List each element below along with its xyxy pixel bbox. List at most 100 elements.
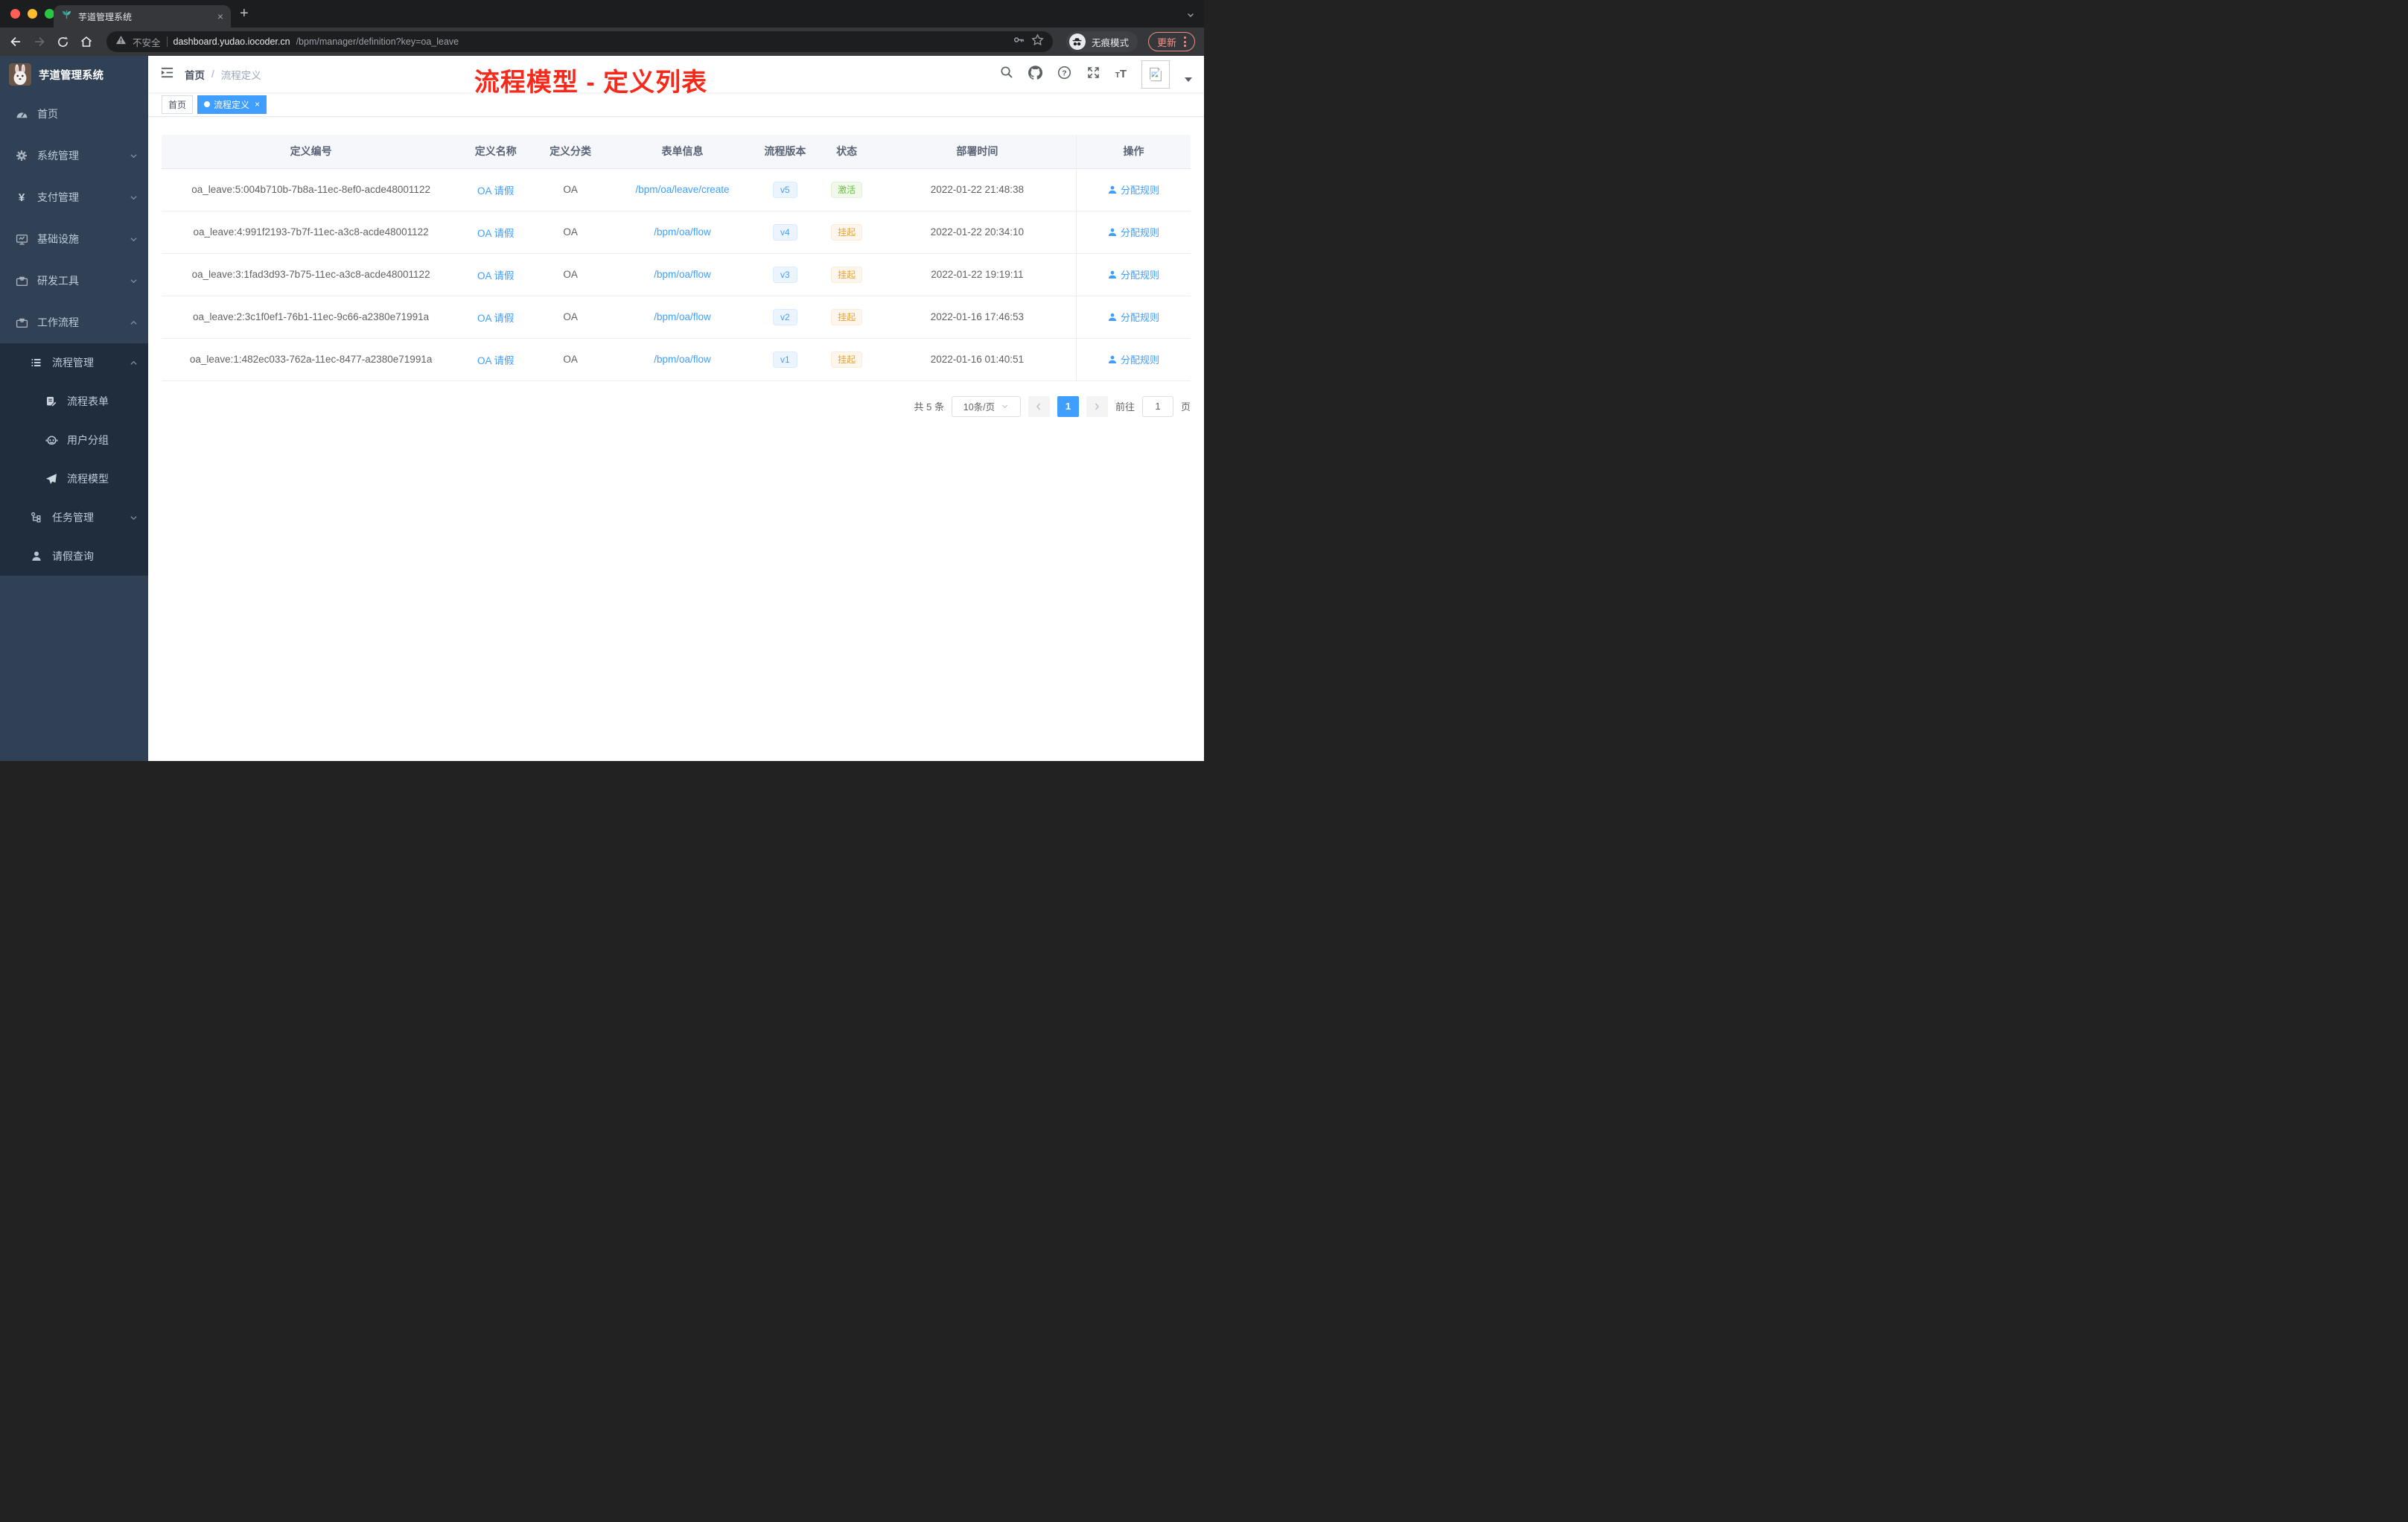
table-row: oa_leave:1:482ec033-762a-11ec-8477-a2380… bbox=[162, 338, 1191, 381]
tags-view-bar: 首页 流程定义 × bbox=[148, 92, 1204, 117]
definition-name-link[interactable]: OA 请假 bbox=[477, 185, 515, 197]
status-badge: 挂起 bbox=[831, 351, 863, 368]
close-window-button[interactable] bbox=[10, 9, 20, 19]
column-header-version: 流程版本 bbox=[755, 135, 815, 169]
form-link[interactable]: /bpm/oa/flow bbox=[654, 311, 711, 322]
reload-icon[interactable] bbox=[57, 36, 69, 48]
url-bar[interactable]: 不安全 dashboard.yudao.iocoder.cn/bpm/manag… bbox=[106, 31, 1053, 52]
form-link[interactable]: /bpm/oa/flow bbox=[654, 354, 711, 365]
sidebar-item-workflow[interactable]: 工作流程 bbox=[0, 302, 148, 343]
browser-menu-icon[interactable] bbox=[1184, 36, 1186, 47]
chevron-down-icon bbox=[130, 194, 138, 202]
avatar-caret-icon[interactable] bbox=[1185, 77, 1192, 82]
tag-home[interactable]: 首页 bbox=[162, 95, 194, 114]
status-badge: 挂起 bbox=[831, 223, 863, 241]
org-tree-icon bbox=[30, 512, 43, 523]
goto-page-input[interactable] bbox=[1141, 395, 1173, 417]
definition-id: oa_leave:5:004b710b-7b8a-11ec-8ef0-acde4… bbox=[162, 168, 461, 211]
current-page-button[interactable]: 1 bbox=[1057, 395, 1079, 417]
user-group-icon bbox=[45, 434, 58, 447]
active-tag-dot bbox=[204, 101, 211, 107]
bookmark-star-icon[interactable] bbox=[1031, 34, 1044, 50]
forward-icon[interactable] bbox=[33, 35, 46, 48]
chevron-down-icon bbox=[130, 235, 138, 243]
browser-tab-strip: 芋道管理系统 × + bbox=[0, 0, 1204, 28]
assign-rule-link[interactable]: 分配规则 bbox=[1108, 267, 1159, 281]
definition-name-link[interactable]: OA 请假 bbox=[477, 270, 515, 281]
sidebar-item-payment[interactable]: ¥ 支付管理 bbox=[0, 176, 148, 218]
deploy-time: 2022-01-16 17:46:53 bbox=[878, 296, 1077, 339]
total-count-label: 共 5 条 bbox=[914, 401, 944, 413]
url-path: /bpm/manager/definition?key=oa_leave bbox=[296, 36, 459, 47]
list-icon bbox=[30, 357, 43, 369]
chrome-update-button[interactable]: 更新 bbox=[1147, 32, 1195, 51]
browser-tab[interactable]: 芋道管理系统 × bbox=[54, 5, 231, 28]
incognito-badge: 无痕模式 bbox=[1066, 31, 1138, 52]
assign-rule-link[interactable]: 分配规则 bbox=[1108, 352, 1159, 366]
table-row: oa_leave:5:004b710b-7b8a-11ec-8ef0-acde4… bbox=[162, 168, 1191, 211]
definition-id: oa_leave:4:991f2193-7b7f-11ec-a3c8-acde4… bbox=[162, 211, 461, 254]
password-key-icon[interactable] bbox=[1013, 34, 1025, 50]
assign-rule-link[interactable]: 分配规则 bbox=[1108, 225, 1159, 239]
avatar[interactable] bbox=[1141, 60, 1170, 89]
prev-page-button[interactable] bbox=[1028, 395, 1050, 417]
version-badge: v2 bbox=[773, 308, 797, 325]
home-icon[interactable] bbox=[80, 35, 93, 48]
yen-icon: ¥ bbox=[18, 191, 25, 204]
breadcrumb-separator: / bbox=[211, 69, 214, 80]
form-link[interactable]: /bpm/oa/flow bbox=[654, 226, 711, 238]
app-title: 芋道管理系统 bbox=[39, 69, 103, 82]
definition-category: OA bbox=[531, 296, 610, 339]
sidebar-item-process-model[interactable]: 流程模型 bbox=[0, 459, 148, 498]
chevron-up-icon bbox=[130, 359, 138, 367]
definition-name-link[interactable]: OA 请假 bbox=[477, 355, 515, 366]
version-badge: v4 bbox=[773, 223, 797, 241]
sidebar-logo-row[interactable]: 芋道管理系统 bbox=[0, 56, 148, 93]
column-header-name: 定义名称 bbox=[460, 135, 532, 169]
tag-close-icon[interactable]: × bbox=[255, 100, 260, 109]
sidebar-item-system[interactable]: 系统管理 bbox=[0, 135, 148, 176]
form-link[interactable]: /bpm/oa/flow bbox=[654, 269, 711, 280]
sidebar-item-task-mgmt[interactable]: 任务管理 bbox=[0, 498, 148, 537]
assign-rule-link[interactable]: 分配规则 bbox=[1108, 310, 1159, 324]
help-icon[interactable]: ? bbox=[1057, 66, 1071, 83]
font-size-icon[interactable]: TT bbox=[1115, 69, 1127, 80]
tab-title: 芋道管理系统 bbox=[78, 11, 133, 22]
deploy-time: 2022-01-22 19:19:11 bbox=[878, 253, 1077, 296]
status-badge: 激活 bbox=[831, 181, 863, 198]
github-icon[interactable] bbox=[1028, 65, 1042, 83]
form-link[interactable]: /bpm/oa/leave/create bbox=[635, 184, 729, 195]
sidebar-item-dev-tools[interactable]: 研发工具 bbox=[0, 260, 148, 302]
omnibox-divider bbox=[166, 36, 168, 47]
assign-rule-link[interactable]: 分配规则 bbox=[1108, 182, 1159, 197]
search-icon[interactable] bbox=[1000, 66, 1013, 83]
column-header-id: 定义编号 bbox=[162, 135, 461, 169]
fullscreen-icon[interactable] bbox=[1086, 66, 1101, 83]
tab-close-icon[interactable]: × bbox=[217, 11, 223, 22]
sidebar-item-home[interactable]: 首页 bbox=[0, 93, 148, 135]
back-icon[interactable] bbox=[9, 35, 22, 48]
sidebar-item-leave-query[interactable]: 请假查询 bbox=[0, 537, 148, 576]
column-header-status: 状态 bbox=[815, 135, 879, 169]
next-page-button[interactable] bbox=[1086, 395, 1108, 417]
form-edit-icon bbox=[45, 395, 58, 407]
minimize-window-button[interactable] bbox=[28, 9, 37, 19]
security-label[interactable]: 不安全 bbox=[133, 35, 161, 49]
sidebar-collapse-icon[interactable] bbox=[160, 66, 174, 83]
definition-name-link[interactable]: OA 请假 bbox=[477, 313, 515, 324]
breadcrumb-home-link[interactable]: 首页 bbox=[185, 67, 205, 82]
monitor-icon bbox=[15, 233, 28, 246]
tag-process-definition[interactable]: 流程定义 × bbox=[197, 95, 267, 114]
warning-triangle-icon[interactable] bbox=[115, 34, 127, 49]
dashboard-icon bbox=[15, 108, 28, 121]
new-tab-button[interactable]: + bbox=[240, 6, 249, 21]
sidebar-item-process-form[interactable]: 流程表单 bbox=[0, 382, 148, 421]
definition-id: oa_leave:3:1fad3d93-7b75-11ec-a3c8-acde4… bbox=[162, 253, 461, 296]
chevron-down-icon bbox=[130, 152, 138, 160]
sidebar-item-user-group[interactable]: 用户分组 bbox=[0, 421, 148, 459]
sidebar-item-process-mgmt[interactable]: 流程管理 bbox=[0, 343, 148, 382]
page-size-select[interactable]: 10条/页 bbox=[951, 395, 1021, 417]
sidebar-item-infrastructure[interactable]: 基础设施 bbox=[0, 218, 148, 260]
tab-search-caret-icon[interactable] bbox=[1186, 10, 1195, 23]
definition-name-link[interactable]: OA 请假 bbox=[477, 228, 515, 239]
